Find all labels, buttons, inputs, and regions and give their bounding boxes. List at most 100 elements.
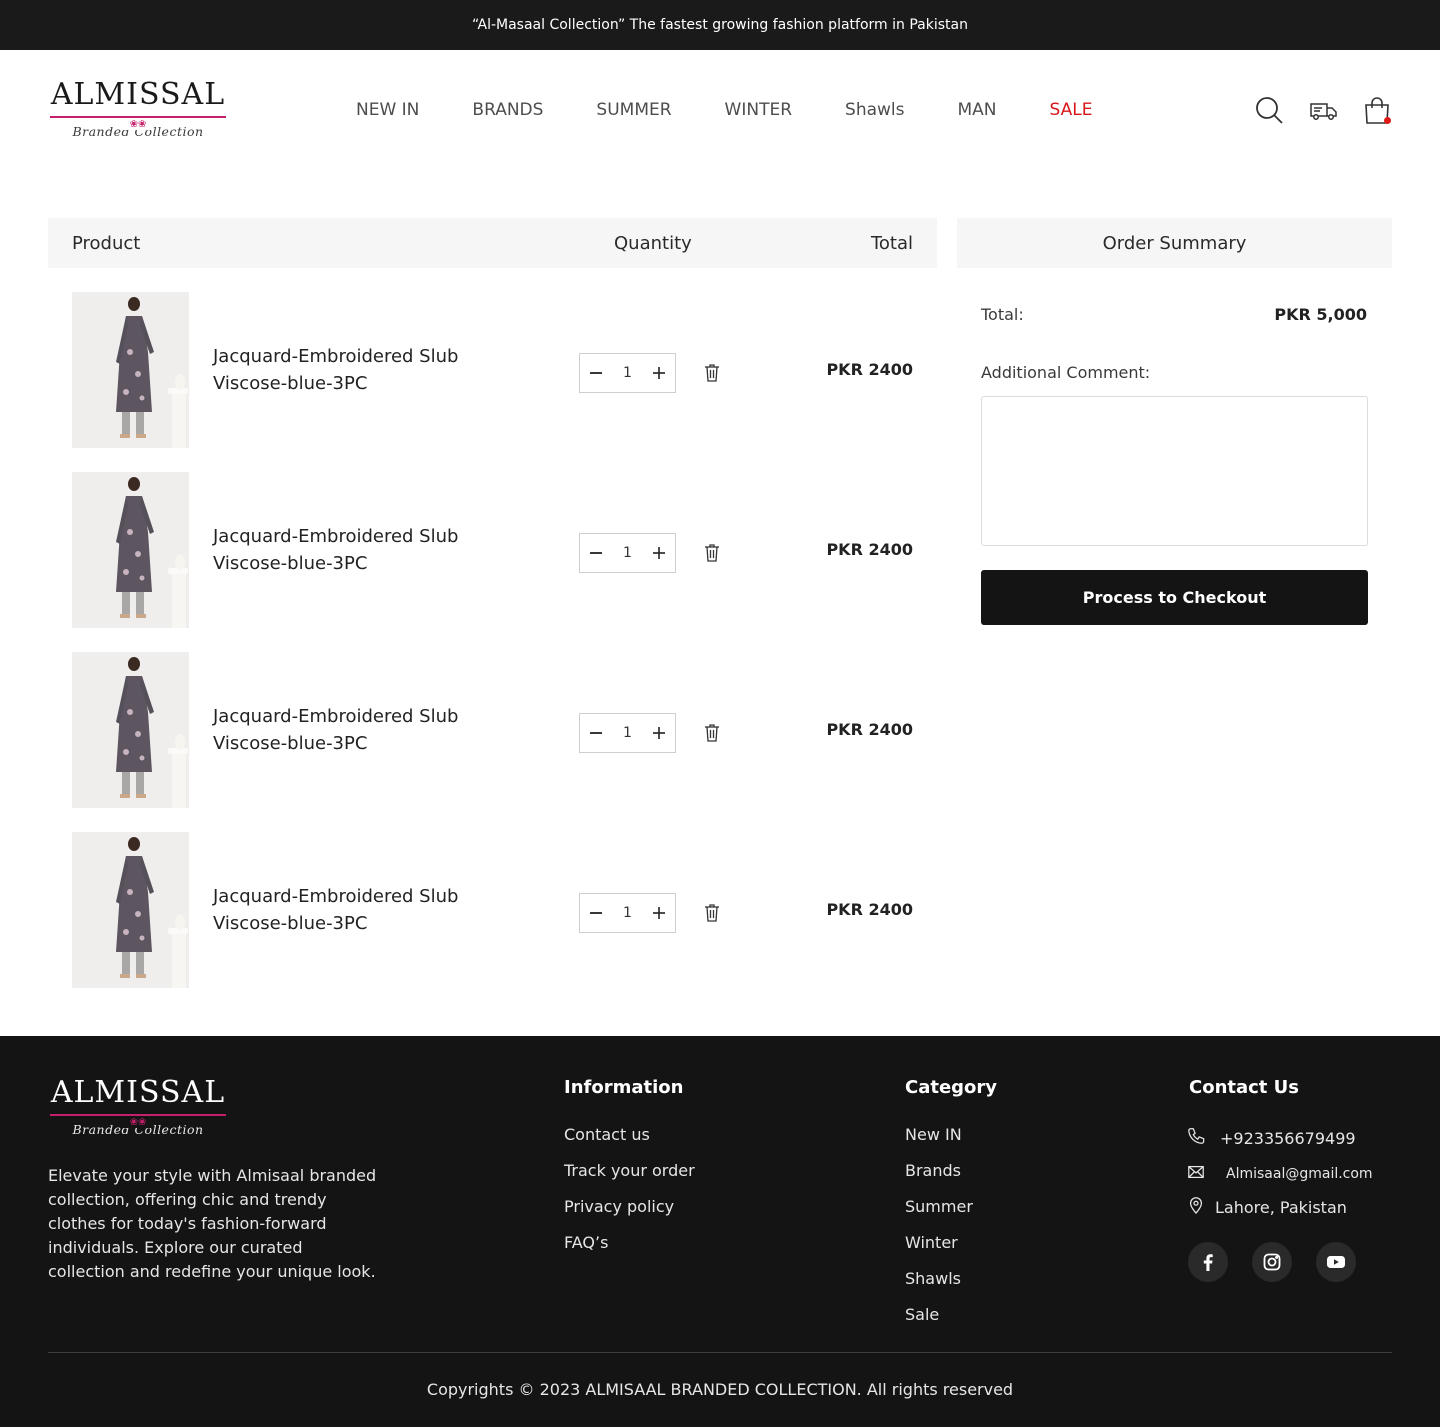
logo-ornament: ❀❀ [48,1110,228,1128]
footer-category: Category New IN Brands Summer Winter Sha… [905,1077,997,1341]
item-total-price: PKR 2400 [826,720,913,739]
quantity-stepper: 1 [579,713,676,753]
product-name[interactable]: Jacquard-Embroidered Slub Viscose-blue-3… [213,523,513,577]
quantity-value[interactable]: 1 [623,905,632,921]
footer-link-faqs[interactable]: FAQ’s [564,1233,695,1253]
product-image[interactable] [72,472,189,628]
increase-quantity-button[interactable] [651,365,667,381]
item-total-price: PKR 2400 [826,900,913,919]
nav-item-sale[interactable]: SALE [1050,100,1093,120]
main-nav: NEW IN BRANDS SUMMER WINTER Shawls MAN S… [356,100,1145,120]
cart-row: Jacquard-Embroidered Slub Viscose-blue-3… [48,268,937,448]
footer-link-brands[interactable]: Brands [905,1161,997,1181]
quantity-stepper: 1 [579,893,676,933]
logo-ornament: ❀❀ [48,112,228,130]
trash-icon[interactable] [704,544,720,562]
quantity-stepper: 1 [579,353,676,393]
decrease-quantity-button[interactable] [588,905,604,921]
footer-link-winter[interactable]: Winter [905,1233,997,1253]
nav-item-brands[interactable]: BRANDS [472,100,543,120]
item-total-price: PKR 2400 [826,360,913,379]
increase-quantity-button[interactable] [651,545,667,561]
cart-table-header: Product Quantity Total [48,218,937,268]
footer-link-contact-us[interactable]: Contact us [564,1125,695,1145]
footer-logo[interactable]: ALMISSAL ❀❀ Branded Collection [48,1076,228,1137]
quantity-value[interactable]: 1 [623,545,632,561]
trash-icon[interactable] [704,724,720,742]
increase-quantity-button[interactable] [651,725,667,741]
shopping-bag-icon[interactable] [1362,95,1392,125]
contact-phone-text: +923356679499 [1220,1128,1356,1148]
location-pin-icon [1187,1196,1205,1218]
checkout-button[interactable]: Process to Checkout [981,570,1368,625]
instagram-icon[interactable] [1252,1242,1292,1282]
footer-heading-contact: Contact Us [1189,1077,1300,1098]
youtube-icon[interactable] [1316,1242,1356,1282]
column-header-quantity: Quantity [614,233,692,254]
social-links [1188,1242,1356,1282]
additional-comment-field[interactable] [981,396,1368,546]
footer-link-new-in[interactable]: New IN [905,1125,997,1145]
footer-information: Information Contact us Track your order … [564,1077,695,1269]
quantity-value[interactable]: 1 [623,365,632,381]
product-name[interactable]: Jacquard-Embroidered Slub Viscose-blue-3… [213,883,513,937]
delivery-truck-icon[interactable] [1308,95,1338,125]
quantity-value[interactable]: 1 [623,725,632,741]
logo-wordmark: ALMISSAL [50,77,226,112]
footer-link-summer[interactable]: Summer [905,1197,997,1217]
cart-row: Jacquard-Embroidered Slub Viscose-blue-3… [48,448,937,628]
footer-link-sale[interactable]: Sale [905,1305,997,1325]
announcement-bar: “Al-Masaal Collection” The fastest growi… [0,0,1440,50]
footer-heading-information: Information [564,1077,684,1098]
contact-email-text: Almisaal@gmail.com [1226,1166,1373,1182]
decrease-quantity-button[interactable] [588,725,604,741]
product-image[interactable] [72,652,189,808]
footer-link-shawls[interactable]: Shawls [905,1269,997,1289]
item-total-price: PKR 2400 [826,540,913,559]
decrease-quantity-button[interactable] [588,545,604,561]
cart-items: Jacquard-Embroidered Slub Viscose-blue-3… [48,268,937,988]
nav-item-shawls[interactable]: Shawls [845,100,904,120]
cart-badge [1384,117,1391,124]
nav-item-man[interactable]: MAN [958,100,997,120]
header-actions [1254,95,1394,127]
product-name[interactable]: Jacquard-Embroidered Slub Viscose-blue-3… [213,703,513,757]
contact-email[interactable]: Almisaal@gmail.com [1187,1163,1373,1185]
order-summary-heading: Order Summary [1102,232,1247,254]
logo-wordmark: ALMISSAL [50,1075,226,1110]
copyright-text: Copyrights © 2023 ALMISAAL BRANDED COLLE… [426,1380,1014,1399]
contact-location-text: Lahore, Pakistan [1215,1197,1347,1217]
site-logo[interactable]: ALMISSAL ❀❀ Branded Collection [48,78,228,139]
footer-contact: Contact Us [1189,1077,1299,1125]
nav-item-winter[interactable]: WINTER [725,100,792,120]
site-footer: ALMISSAL ❀❀ Branded Collection Elevate y… [0,1036,1440,1427]
nav-item-new-in[interactable]: NEW IN [356,100,419,120]
product-image[interactable] [72,832,189,988]
footer-heading-category: Category [905,1077,998,1098]
increase-quantity-button[interactable] [651,905,667,921]
footer-description: Elevate your style with Almisaal branded… [48,1166,377,1281]
site-header: ALMISSAL ❀❀ Branded Collection NEW IN BR… [0,50,1440,170]
column-header-product: Product [72,233,141,254]
decrease-quantity-button[interactable] [588,365,604,381]
cart-row: Jacquard-Embroidered Slub Viscose-blue-3… [48,808,937,988]
summary-total-label: Total: [981,305,1024,324]
footer-link-privacy-policy[interactable]: Privacy policy [564,1197,695,1217]
footer-divider [48,1352,1392,1353]
facebook-icon[interactable] [1188,1242,1228,1282]
column-header-total: Total [870,233,913,254]
summary-total-value: PKR 5,000 [1274,305,1367,324]
search-icon[interactable] [1254,95,1284,125]
nav-item-summer[interactable]: SUMMER [596,100,671,120]
trash-icon[interactable] [704,364,720,382]
mail-icon [1187,1163,1205,1185]
product-image[interactable] [72,292,189,448]
quantity-stepper: 1 [579,533,676,573]
footer-link-track-order[interactable]: Track your order [564,1161,695,1181]
contact-phone[interactable]: +923356679499 [1187,1127,1356,1149]
cart-row: Jacquard-Embroidered Slub Viscose-blue-3… [48,628,937,808]
order-summary-title: Order Summary [957,218,1392,268]
product-name[interactable]: Jacquard-Embroidered Slub Viscose-blue-3… [213,343,513,397]
trash-icon[interactable] [704,904,720,922]
contact-location: Lahore, Pakistan [1187,1196,1347,1218]
